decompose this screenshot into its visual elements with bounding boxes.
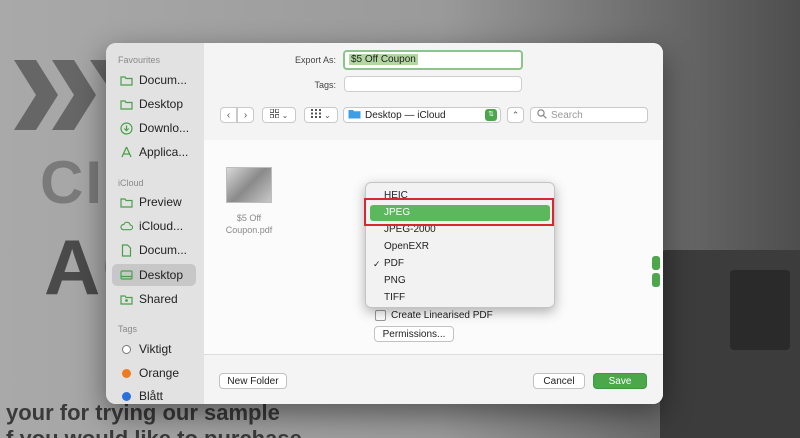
- format-option-png[interactable]: PNG: [370, 273, 550, 289]
- quartz-filter-popup-edge[interactable]: [652, 273, 660, 287]
- tag-dot-icon: [122, 344, 131, 354]
- checkmark-icon: ✓: [373, 259, 381, 269]
- sidebar-item-label: Applica...: [139, 145, 189, 159]
- apps-icon: [120, 146, 133, 159]
- annotation-highlight-box: [364, 198, 554, 226]
- grid-dense-icon: [311, 109, 322, 121]
- chevron-left-icon: ‹: [226, 109, 231, 121]
- sidebar-item-label: iCloud...: [139, 219, 184, 233]
- location-popup[interactable]: Desktop — iCloud ⇅: [343, 107, 501, 123]
- cloud-icon: [120, 220, 133, 233]
- shared-folder-icon: [120, 293, 133, 306]
- desktop-icon: [120, 269, 133, 282]
- sidebar-item-label: Shared: [139, 292, 178, 306]
- chevron-down-icon: ⌄: [324, 110, 331, 120]
- sidebar-item-preview[interactable]: Preview: [112, 191, 196, 213]
- format-option-tiff[interactable]: TIFF: [370, 290, 550, 306]
- export-as-label: Export As:: [294, 55, 336, 65]
- sidebar-item-label: Desktop: [139, 97, 184, 111]
- updown-chevron-icon: ⇅: [485, 109, 497, 121]
- chevron-right-icon: ›: [243, 109, 248, 121]
- sidebar-heading-favourites: Favourites: [118, 55, 161, 65]
- sidebar-item-icloud-desktop[interactable]: Desktop: [112, 264, 196, 286]
- tag-dot-icon: [122, 391, 131, 401]
- search-placeholder: Search: [551, 109, 583, 121]
- tag-dot-icon: [122, 368, 131, 378]
- sidebar-item-downloads[interactable]: Downlo...: [112, 117, 196, 139]
- sidebar-tag-blatt[interactable]: Blått: [112, 385, 196, 404]
- sidebar-item-shared[interactable]: Shared: [112, 288, 196, 310]
- sidebar-item-documents[interactable]: Docum...: [112, 69, 196, 91]
- search-field[interactable]: Search: [530, 107, 648, 123]
- collapse-button[interactable]: ⌃: [507, 107, 524, 123]
- group-button[interactable]: ⌄: [304, 107, 338, 123]
- sidebar-item-label: Docum...: [139, 73, 188, 87]
- export-as-field[interactable]: $5 Off Coupon: [343, 50, 523, 70]
- new-folder-button[interactable]: New Folder: [219, 373, 287, 389]
- format-option-label: PDF: [384, 258, 404, 269]
- background-text: f you would like to purchase: [6, 426, 302, 438]
- file-thumbnail[interactable]: [226, 167, 272, 203]
- sidebar-item-label: Downlo...: [139, 121, 190, 135]
- sidebar-heading-tags: Tags: [118, 324, 138, 334]
- sidebar-item-label: Orange: [139, 366, 180, 380]
- back-button[interactable]: ‹: [220, 107, 237, 123]
- sidebar-tag-orange[interactable]: Orange: [112, 362, 196, 384]
- cancel-button[interactable]: Cancel: [533, 373, 585, 389]
- sidebar-tag-viktigt[interactable]: Viktigt: [112, 338, 196, 360]
- sidebar-item-label: Blått: [139, 389, 164, 403]
- linearised-checkbox[interactable]: [375, 310, 386, 321]
- export-as-value: $5 Off Coupon: [349, 54, 418, 65]
- save-button[interactable]: Save: [593, 373, 647, 389]
- format-option-openexr[interactable]: OpenEXR: [370, 239, 550, 255]
- document-icon: [120, 243, 133, 257]
- folder-icon: [120, 74, 133, 87]
- permissions-button[interactable]: Permissions...: [374, 326, 454, 342]
- sidebar-item-icloud-drive[interactable]: iCloud...: [112, 215, 196, 237]
- download-icon: [120, 121, 133, 135]
- folder-icon: [120, 98, 133, 111]
- sidebar-item-label: Desktop: [139, 268, 184, 282]
- background-object: [730, 270, 790, 350]
- sidebar-item-label: Docum...: [139, 243, 188, 257]
- sidebar: Favourites Docum... Desktop Downlo... Ap…: [106, 43, 205, 404]
- chevron-up-icon: ⌃: [511, 109, 520, 120]
- forward-button[interactable]: ›: [237, 107, 254, 123]
- folder-icon: [348, 109, 361, 122]
- chevron-down-icon: ⌄: [281, 110, 289, 120]
- file-name: $5 Off Coupon.pdf: [225, 213, 273, 235]
- sidebar-item-icloud-documents[interactable]: Docum...: [112, 239, 196, 261]
- sidebar-item-applications[interactable]: Applica...: [112, 141, 196, 163]
- format-option-pdf[interactable]: ✓ PDF: [370, 256, 550, 272]
- grid-icon: [269, 108, 280, 121]
- tags-field[interactable]: [344, 76, 522, 92]
- sidebar-item-desktop[interactable]: Desktop: [112, 93, 196, 115]
- linearised-checkbox-row[interactable]: Create Linearised PDF: [375, 310, 493, 321]
- save-header: Export As: $5 Off Coupon Tags: ‹ › ⌄ ⌄ D…: [204, 43, 663, 141]
- sidebar-item-label: Viktigt: [139, 342, 172, 356]
- view-mode-button[interactable]: ⌄: [262, 107, 296, 123]
- search-icon: [537, 108, 547, 122]
- dialog-footer: New Folder Cancel Save: [204, 354, 663, 404]
- tags-label: Tags:: [314, 80, 336, 90]
- folder-icon: [120, 196, 133, 209]
- sidebar-item-label: Preview: [139, 195, 182, 209]
- sidebar-heading-icloud: iCloud: [118, 178, 144, 188]
- location-label: Desktop — iCloud: [365, 109, 446, 121]
- linearised-label: Create Linearised PDF: [391, 310, 493, 321]
- format-popup-edge[interactable]: [652, 256, 660, 270]
